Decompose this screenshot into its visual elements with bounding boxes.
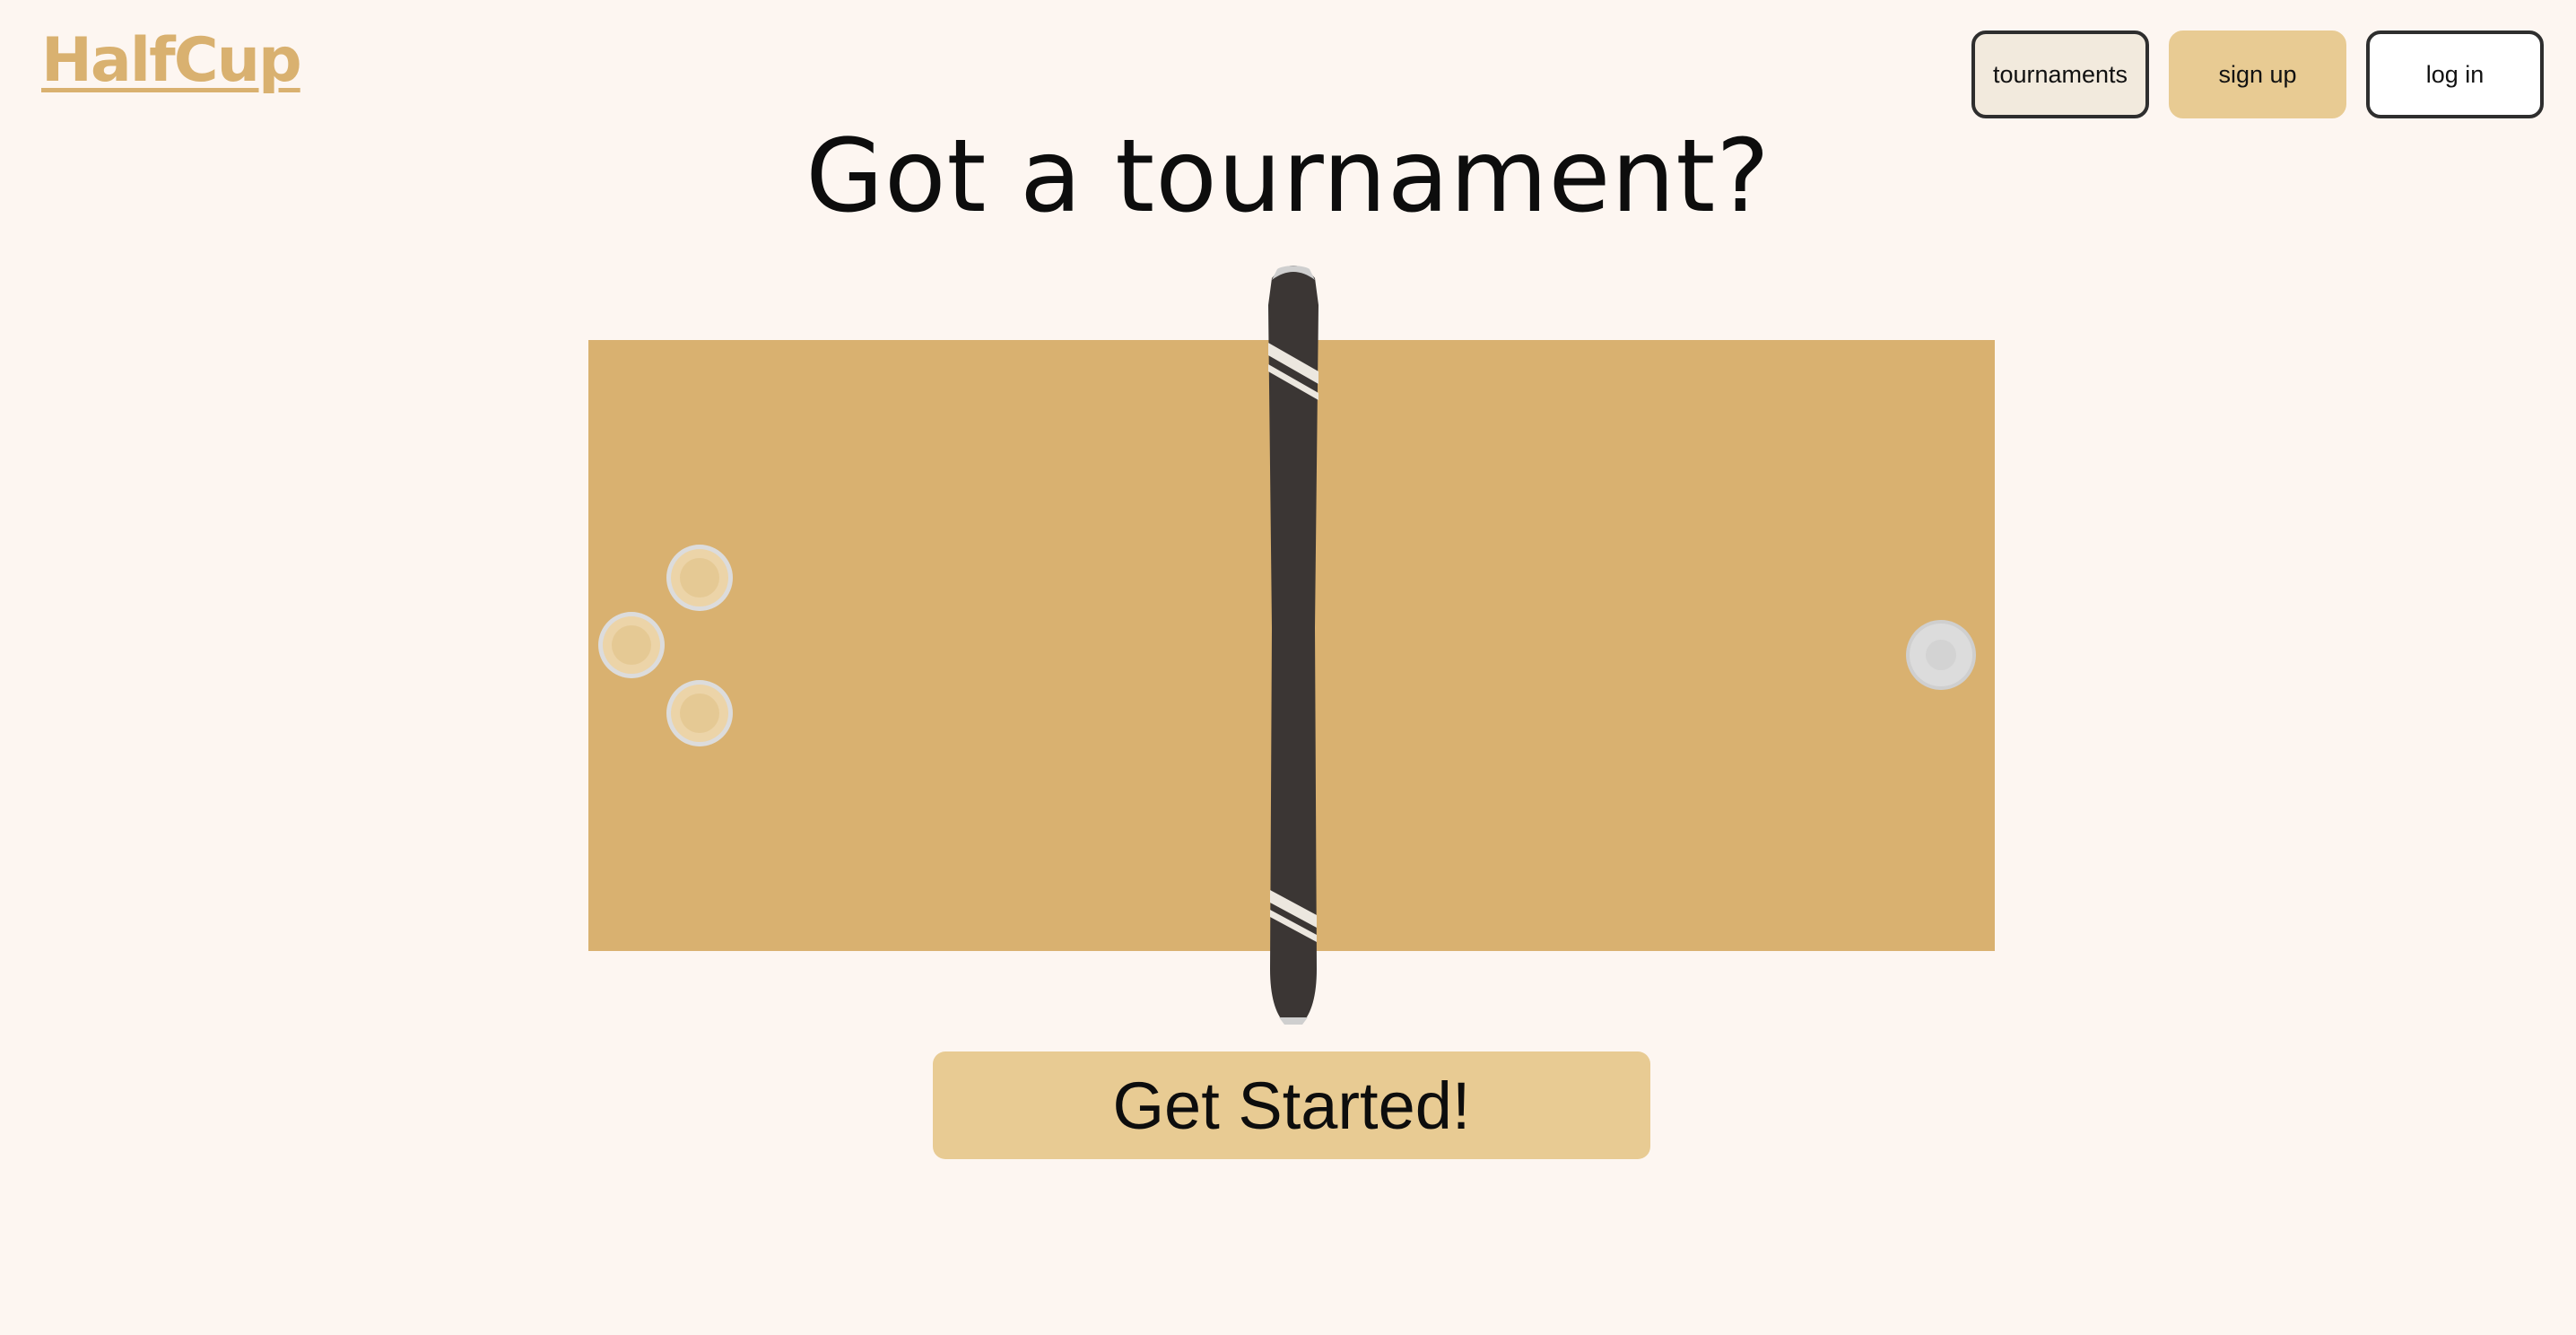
- cup-icon: [666, 680, 733, 746]
- cup-icon: [1906, 620, 1976, 690]
- cup-icon: [598, 612, 665, 678]
- cup-icon: [666, 545, 733, 611]
- get-started-button[interactable]: Get Started!: [933, 1051, 1650, 1159]
- divider-stick: [1268, 266, 1318, 1025]
